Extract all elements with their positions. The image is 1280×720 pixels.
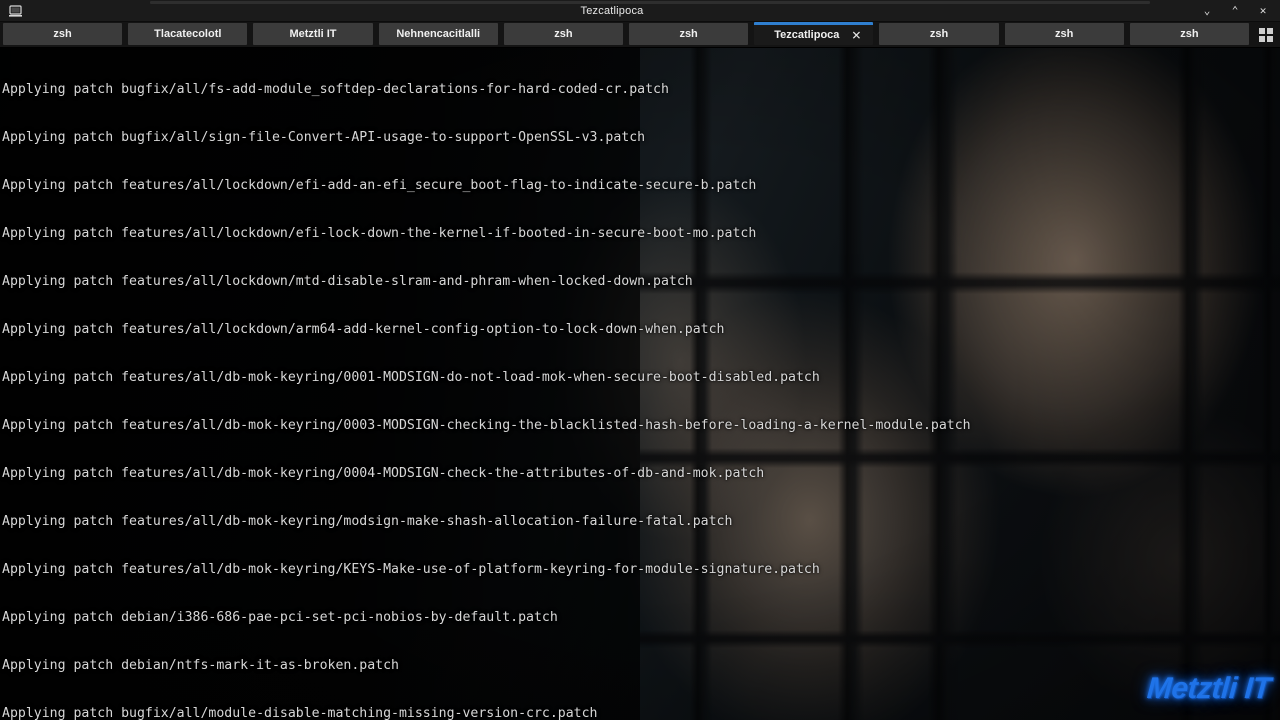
tab-label: zsh [679,28,698,40]
tab-nehnencacitlalli[interactable]: Nehnencacitlalli [378,23,498,45]
terminal-line: Applying patch bugfix/all/sign-file-Conv… [2,130,646,145]
tab-label: Nehnencacitlalli [396,28,481,40]
terminal-line: Applying patch features/all/lockdown/mtd… [2,274,693,289]
tab-zsh-5[interactable]: zsh [1004,23,1124,45]
tab-zsh-3[interactable]: zsh [629,23,749,45]
tab-label: Metztli IT [289,28,337,40]
terminal-output[interactable]: Applying patch bugfix/all/fs-add-module_… [0,48,1280,720]
minimize-button[interactable]: ⌄ [1200,4,1214,18]
window-drag-strip[interactable] [150,1,1150,4]
tab-zsh-1[interactable]: zsh [3,23,123,45]
tab-bar: zsh Tlacatecolotl Metztli IT Nehnencacit… [0,22,1280,48]
tab-label: zsh [554,28,573,40]
tab-label: zsh [53,28,72,40]
terminal-line: Applying patch debian/i386-686-pae-pci-s… [2,610,558,625]
terminal-line: Applying patch features/all/db-mok-keyri… [2,466,765,481]
metztli-it-watermark: Metztli IT [1145,672,1272,705]
terminal-line: Applying patch features/all/db-mok-keyri… [2,370,820,385]
close-button[interactable]: ✕ [1256,4,1270,18]
terminal-line: Applying patch features/all/db-mok-keyri… [2,514,733,529]
tab-tezcatlipoca-active[interactable]: Tezcatlipoca ✕ [754,22,874,45]
tab-label: zsh [1055,28,1074,40]
terminal-line: Applying patch features/all/db-mok-keyri… [2,562,820,577]
close-icon[interactable]: ✕ [851,29,861,43]
terminal-line: Applying patch features/all/lockdown/efi… [2,226,757,241]
tab-label: zsh [929,28,949,40]
grid-view-icon[interactable] [1252,22,1280,47]
terminal-line: Applying patch features/all/lockdown/arm… [2,322,725,337]
terminal-line: Applying patch bugfix/all/fs-add-module_… [2,82,669,97]
terminal-line: Applying patch debian/ntfs-mark-it-as-br… [2,658,399,673]
tab-zsh-4[interactable]: zsh [879,23,999,45]
terminal-line: Applying patch features/all/db-mok-keyri… [2,418,971,433]
maximize-button[interactable]: ⌃ [1228,4,1242,18]
terminal-window: Tezcatlipoca ⌄ ⌃ ✕ zsh Tlacatecolotl Met… [0,0,1280,720]
tab-label: Tezcatlipoca [774,29,840,41]
tab-tlacatecolotl[interactable]: Tlacatecolotl [128,23,248,45]
tab-zsh-6[interactable]: zsh [1129,23,1250,45]
tab-zsh-2[interactable]: zsh [503,23,624,45]
tab-metztli-it[interactable]: Metztli IT [253,23,373,45]
window-titlebar: Tezcatlipoca ⌄ ⌃ ✕ [0,0,1280,22]
tab-label: zsh [1180,28,1199,40]
terminal-line: Applying patch features/all/lockdown/efi… [2,178,757,193]
window-controls: ⌄ ⌃ ✕ [1200,4,1274,18]
tab-label: Tlacatecolotl [154,28,222,40]
terminal-icon [6,3,24,19]
terminal-line: Applying patch bugfix/all/module-disable… [2,706,598,720]
